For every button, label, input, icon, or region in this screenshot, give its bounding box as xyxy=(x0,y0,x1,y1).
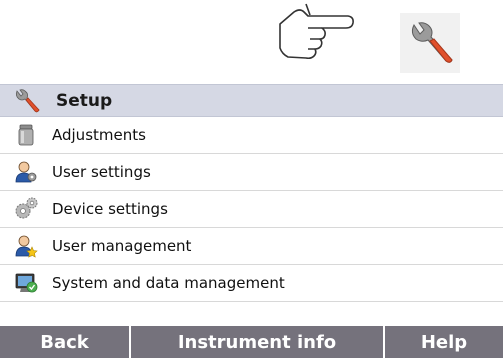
wrench-icon xyxy=(15,88,40,112)
wrench-icon xyxy=(411,22,453,63)
menu-item-user-settings[interactable]: User settings xyxy=(0,154,503,191)
item-label: System and data management xyxy=(52,274,285,292)
back-button[interactable]: Back xyxy=(0,326,131,358)
help-button[interactable]: Help xyxy=(385,326,503,358)
menu-item-device-settings[interactable]: Device settings xyxy=(0,191,503,228)
bottom-action-bar: Back Instrument info Help xyxy=(0,326,503,358)
page-title: Setup xyxy=(56,90,113,111)
pointing-hand-icon xyxy=(279,3,354,60)
setup-panel: Setup Adjustments User settings Device s… xyxy=(0,84,503,358)
instrument-info-button[interactable]: Instrument info xyxy=(131,326,385,358)
wrench-tile xyxy=(400,13,460,73)
item-label: User management xyxy=(52,237,192,255)
user-settings-icon xyxy=(15,161,37,183)
system-data-icon xyxy=(15,273,38,293)
item-label: Adjustments xyxy=(52,126,146,144)
item-label: User settings xyxy=(52,163,151,181)
menu-header: Setup xyxy=(0,84,503,117)
menu-item-system-data[interactable]: System and data management xyxy=(0,265,503,302)
device-gears-icon xyxy=(15,197,38,219)
menu-item-user-management[interactable]: User management xyxy=(0,228,503,265)
adjustment-weight-icon xyxy=(18,124,34,146)
item-label: Device settings xyxy=(52,200,168,218)
menu-item-adjustments[interactable]: Adjustments xyxy=(0,117,503,154)
user-management-icon xyxy=(15,235,38,258)
